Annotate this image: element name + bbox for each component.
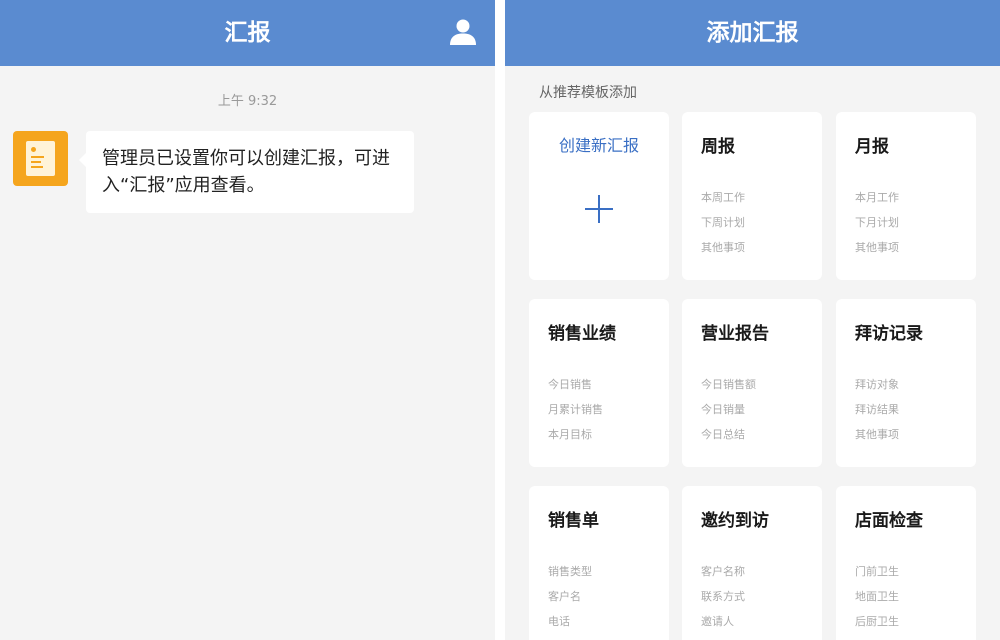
template-field: 客户名称 [701, 565, 745, 578]
template-field: 联系方式 [701, 590, 745, 603]
screen-divider [495, 0, 505, 640]
template-field: 今日销量 [701, 403, 745, 416]
message-bubble[interactable]: 管理员已设置你可以创建汇报，可进入“汇报”应用查看。 [79, 131, 414, 213]
template-field: 邀请人 [701, 615, 734, 628]
template-field: 今日销售 [548, 378, 592, 391]
template-card[interactable]: 拜访记录 拜访对象 拜访结果 其他事项 [836, 299, 976, 467]
template-field: 地面卫生 [855, 590, 899, 603]
template-title: 拜访记录 [855, 324, 923, 344]
template-field: 销售类型 [548, 565, 592, 578]
template-field: 今日总结 [701, 428, 745, 441]
nav-title: 汇报 [224, 20, 271, 46]
template-field: 其他事项 [701, 241, 745, 254]
template-title: 销售业绩 [548, 324, 616, 344]
template-card[interactable]: 销售业绩 今日销售 月累计销售 本月目标 [529, 299, 669, 467]
add-report-screen: 添加汇报 从推荐模板添加 创建新汇报 周报 本周工作 下周计划 其他事项 月报 … [505, 0, 1000, 640]
template-field: 月累计销售 [548, 403, 603, 416]
template-field: 本周工作 [701, 191, 745, 204]
template-field: 客户名 [548, 590, 581, 603]
create-report-label: 创建新汇报 [558, 136, 639, 155]
template-card[interactable]: 邀约到访 客户名称 联系方式 邀请人 [682, 486, 822, 640]
template-field: 拜访对象 [855, 378, 899, 391]
template-field: 下周计划 [701, 216, 745, 229]
template-card[interactable]: 周报 本周工作 下周计划 其他事项 [682, 112, 822, 280]
section-label: 从推荐模板添加 [539, 85, 637, 101]
template-field: 后厨卫生 [855, 615, 899, 628]
report-app-icon[interactable] [13, 131, 68, 186]
template-card[interactable]: 营业报告 今日销售额 今日销量 今日总结 [682, 299, 822, 467]
template-title: 店面检查 [855, 511, 923, 531]
nav-bar: 汇报 [0, 0, 495, 66]
template-field: 门前卫生 [855, 565, 899, 578]
template-title: 月报 [855, 137, 889, 157]
nav-title: 添加汇报 [706, 20, 799, 46]
template-field: 本月工作 [855, 191, 899, 204]
template-field: 今日销售额 [701, 378, 756, 391]
template-title: 周报 [701, 137, 735, 157]
template-title: 营业报告 [701, 324, 769, 344]
template-field: 本月目标 [548, 428, 592, 441]
template-card[interactable]: 销售单 销售类型 客户名 电话 [529, 486, 669, 640]
message-timestamp: 上午 9:32 [217, 94, 278, 109]
template-field: 其他事项 [855, 241, 899, 254]
template-card[interactable]: 店面检查 门前卫生 地面卫生 后厨卫生 [836, 486, 976, 640]
plus-icon [585, 195, 613, 223]
user-icon[interactable] [449, 18, 477, 46]
template-field: 其他事项 [855, 428, 899, 441]
template-title: 销售单 [548, 511, 599, 531]
template-title: 邀约到访 [701, 511, 769, 531]
nav-bar: 添加汇报 [505, 0, 1000, 66]
create-report-card[interactable]: 创建新汇报 [529, 112, 669, 280]
report-chat-screen: 汇报 上午 9:32 管理员已设置你可以创建汇报，可进入“汇报”应用查看。 [0, 0, 495, 640]
template-field: 下月计划 [855, 216, 899, 229]
template-field: 电话 [548, 615, 570, 628]
template-card[interactable]: 月报 本月工作 下月计划 其他事项 [836, 112, 976, 280]
template-field: 拜访结果 [855, 403, 899, 416]
